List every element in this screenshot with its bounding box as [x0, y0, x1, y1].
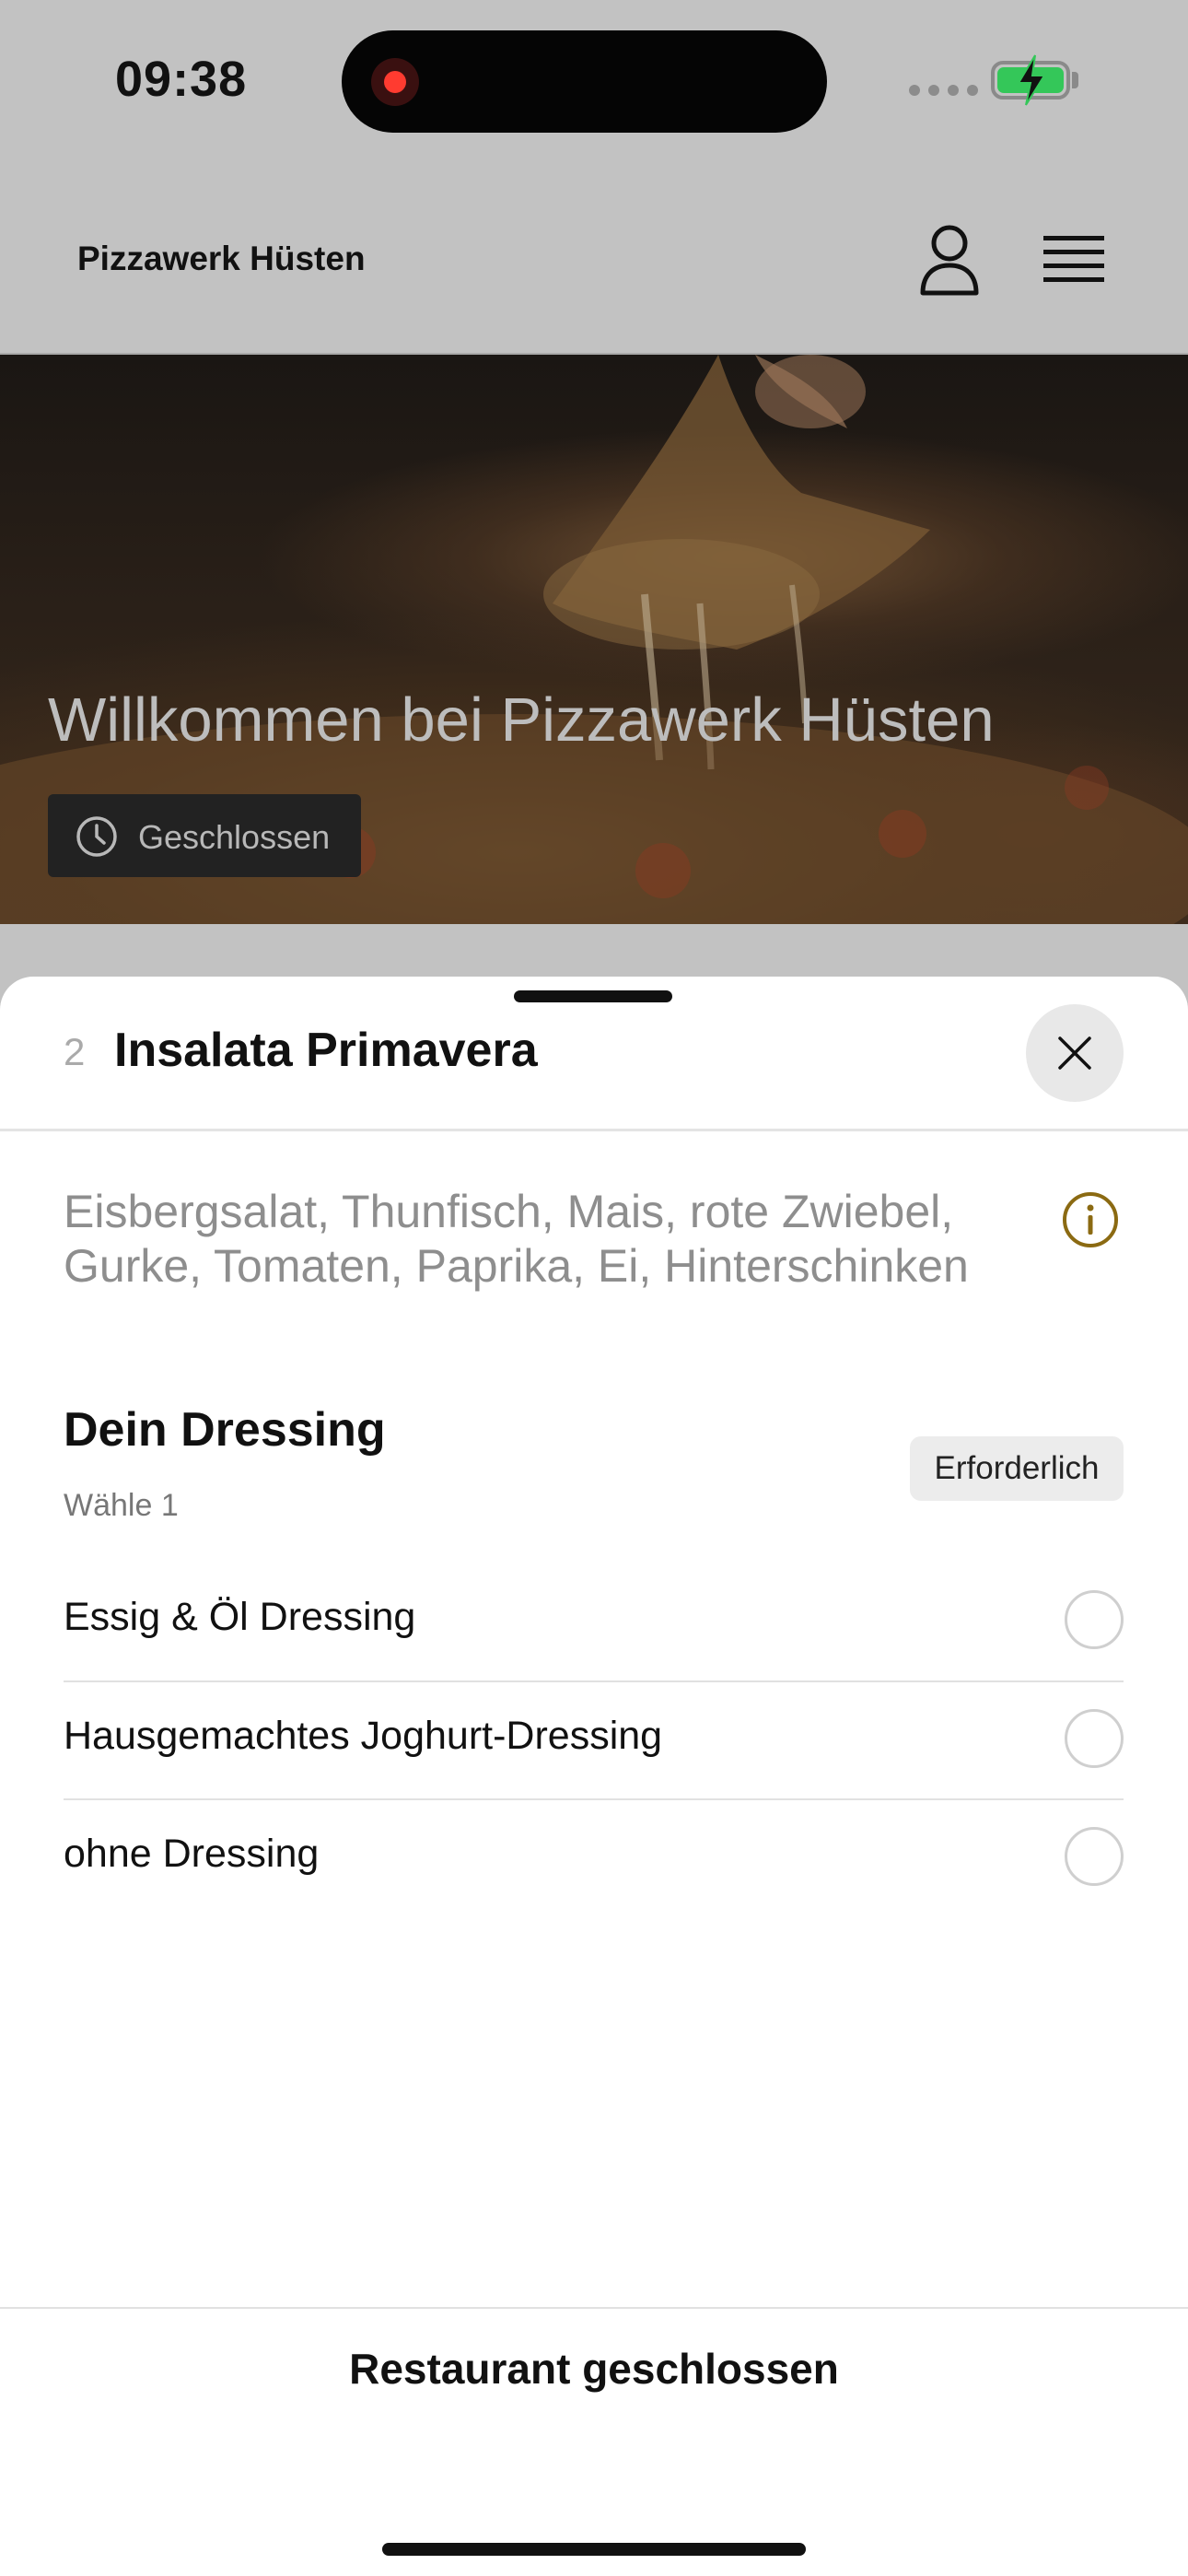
status-time: 09:38 [115, 52, 248, 107]
status-bar: 09:38 [0, 0, 1188, 166]
restaurant-closed-button[interactable]: Restaurant geschlossen [0, 2309, 1188, 2475]
close-icon [1058, 1036, 1091, 1070]
site-title[interactable]: Pizzawerk Hüsten [77, 240, 366, 278]
required-badge: Erforderlich [910, 1436, 1124, 1501]
sheet-header: 2 Insalata Primavera [0, 977, 1188, 1131]
radio-button[interactable] [1065, 1590, 1124, 1649]
item-number: 2 [64, 1030, 86, 1073]
dynamic-island [342, 30, 827, 133]
dressing-section-title: Dein Dressing [64, 1403, 386, 1457]
user-icon[interactable] [917, 223, 982, 297]
dressing-option-none[interactable]: ohne Dressing [64, 1800, 1124, 1917]
option-label: Essig & Öl Dressing [64, 1595, 416, 1639]
opening-status-text: Geschlossen [138, 818, 331, 856]
info-icon[interactable] [1061, 1190, 1120, 1249]
item-description: Eisbergsalat, Thunfisch, Mais, rote Zwie… [64, 1186, 969, 1292]
cellular-signal-icon [909, 85, 978, 96]
option-label: Hausgemachtes Joghurt-Dressing [64, 1714, 663, 1758]
site-header: Pizzawerk Hüsten [0, 166, 1188, 355]
hero-banner: Willkommen bei Pizzawerk Hüsten Geschlos… [0, 355, 1188, 924]
close-button[interactable] [1026, 1004, 1124, 1102]
clock-icon [76, 816, 117, 857]
radio-button[interactable] [1065, 1709, 1124, 1768]
opening-status-badge: Geschlossen [48, 794, 361, 877]
radio-button[interactable] [1065, 1827, 1124, 1886]
item-title: Insalata Primavera [114, 1024, 538, 1077]
dressing-option-essig-oel[interactable]: Essig & Öl Dressing [64, 1563, 1124, 1680]
product-bottom-sheet: 2 Insalata Primavera Eisbergsalat, Thunf… [0, 977, 1188, 2576]
option-label: ohne Dressing [64, 1832, 320, 1876]
hamburger-menu-icon[interactable] [1043, 232, 1104, 287]
recording-indicator-icon [371, 58, 419, 106]
hero-title: Willkommen bei Pizzawerk Hüsten [48, 685, 995, 755]
dressing-option-joghurt[interactable]: Hausgemachtes Joghurt-Dressing [64, 1682, 1124, 1799]
home-indicator[interactable] [382, 2543, 806, 2556]
dressing-section-subtitle: Wähle 1 [64, 1488, 179, 1523]
page-backdrop [0, 924, 1188, 979]
charging-bolt-icon [1017, 54, 1046, 106]
